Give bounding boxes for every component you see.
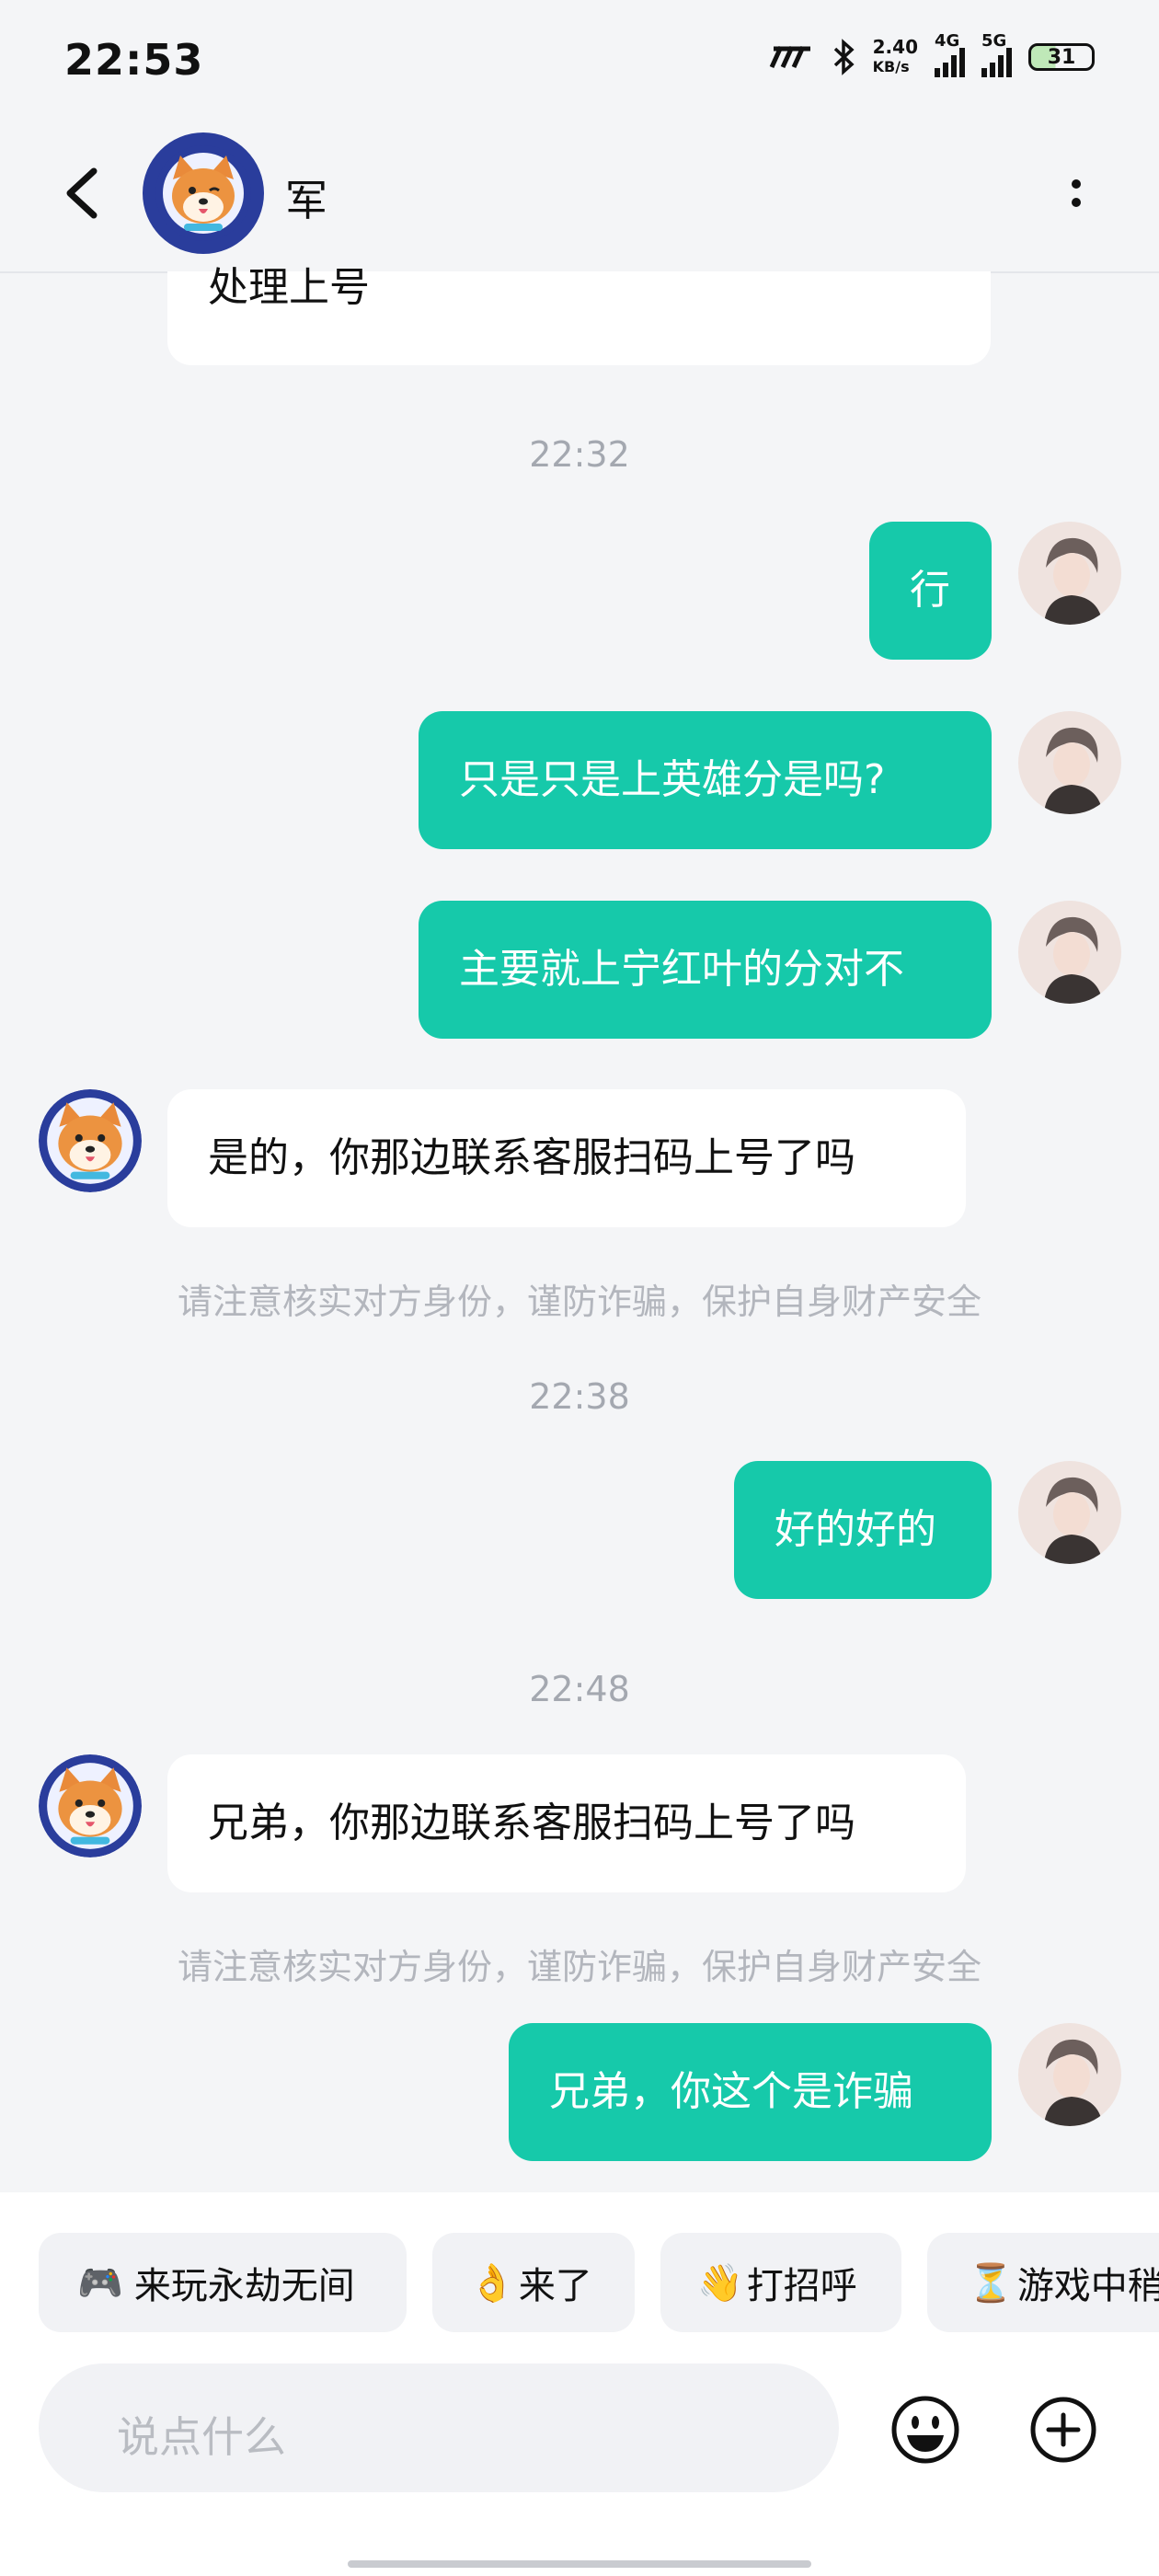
fraud-warning-notice: 请注意核实对方身份，谨防诈骗，保护自身财产安全: [177, 1282, 981, 1322]
timestamp: 22:32: [529, 434, 630, 475]
back-arrow-icon[interactable]: [57, 166, 112, 221]
status-icons: 2.40 KB/s 4G 5G 31: [768, 31, 1095, 77]
hourglass-icon: ⏳: [968, 2261, 1014, 2305]
message-bubble-outgoing[interactable]: 行: [869, 522, 992, 660]
status-time: 22:53: [64, 35, 204, 85]
my-avatar[interactable]: [1018, 711, 1121, 814]
user-avatar-icon: [1018, 522, 1121, 625]
user-avatar-icon: [1018, 711, 1121, 814]
message-input[interactable]: 说点什么: [39, 2363, 839, 2492]
quick-reply-chip[interactable]: 👌 来了: [432, 2233, 635, 2332]
quick-reply-chip[interactable]: 🎮 来玩永劫无间: [39, 2233, 407, 2332]
shiba-dog-icon: [39, 1089, 142, 1192]
my-avatar[interactable]: [1018, 901, 1121, 1004]
message-bubble-incoming[interactable]: 兄弟，你那边联系客服扫码上号了吗: [167, 1754, 966, 1892]
shiba-dog-icon: [39, 1754, 142, 1857]
chat-header: 军: [0, 120, 1159, 273]
status-bar: 22:53 2.40 KB/s 4G 5G 31: [0, 0, 1159, 120]
user-avatar-icon: [1018, 1461, 1121, 1564]
contact-avatar[interactable]: [143, 132, 264, 254]
bluetooth-icon: [833, 39, 855, 75]
contact-name: 军: [285, 176, 327, 225]
my-avatar[interactable]: [1018, 522, 1121, 625]
quick-reply-chip[interactable]: 👋 打招呼: [660, 2233, 901, 2332]
message-bubble-outgoing[interactable]: 主要就上宁红叶的分对不: [419, 901, 992, 1039]
timestamp: 22:38: [529, 1376, 630, 1417]
message-bubble-incoming[interactable]: 是的，你那边联系客服扫码上号了吗: [167, 1089, 966, 1227]
gamepad-icon: 🎮: [77, 2261, 123, 2305]
battery-icon: 31: [1028, 43, 1095, 71]
user-avatar-icon: [1018, 2023, 1121, 2126]
contact-avatar[interactable]: [39, 1754, 142, 1857]
home-indicator[interactable]: [348, 2560, 811, 2568]
message-bubble-outgoing[interactable]: 兄弟，你这个是诈骗: [509, 2023, 992, 2161]
app-notification-icon: [769, 45, 810, 69]
contact-avatar[interactable]: [39, 1089, 142, 1192]
shiba-dog-icon: [155, 145, 251, 241]
message-bubble-incoming[interactable]: 处理上号: [167, 266, 991, 365]
signal-4g-icon: 4G: [935, 31, 965, 77]
message-input-placeholder: 说点什么: [117, 2412, 286, 2462]
ok-hand-icon: 👌: [469, 2261, 515, 2305]
waving-hand-icon: 👋: [697, 2261, 743, 2305]
message-bubble-outgoing[interactable]: 好的好的: [734, 1461, 992, 1599]
signal-5g-icon: 5G: [981, 31, 1012, 77]
timestamp: 22:48: [529, 1669, 630, 1709]
add-icon[interactable]: [1028, 2395, 1098, 2465]
fraud-warning-notice: 请注意核实对方身份，谨防诈骗，保护自身财产安全: [177, 1947, 981, 1987]
composer-panel: 🎮 来玩永劫无间 👌 来了 👋 打招呼 ⏳ 游戏中稍 说点什么: [0, 2192, 1159, 2576]
emoji-icon[interactable]: [890, 2395, 960, 2465]
network-speed: 2.40 KB/s: [872, 36, 918, 75]
my-avatar[interactable]: [1018, 2023, 1121, 2126]
message-bubble-outgoing[interactable]: 只是只是上英雄分是吗?: [419, 711, 992, 849]
my-avatar[interactable]: [1018, 1461, 1121, 1564]
more-options-icon[interactable]: [1062, 166, 1090, 221]
quick-reply-chip[interactable]: ⏳ 游戏中稍: [927, 2233, 1159, 2332]
user-avatar-icon: [1018, 901, 1121, 1004]
